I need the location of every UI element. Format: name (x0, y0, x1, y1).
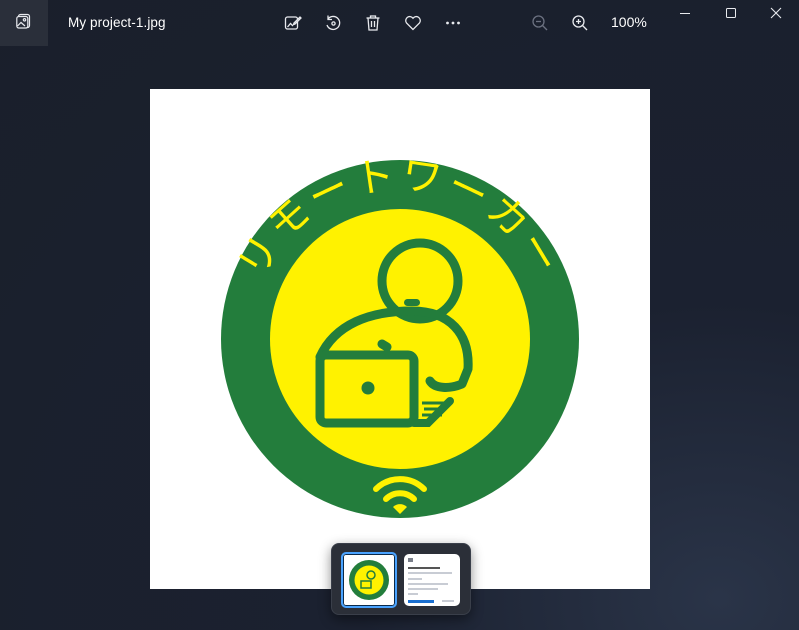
minimize-icon (679, 6, 691, 24)
minimize-button[interactable] (662, 0, 708, 30)
doc-line (442, 600, 454, 602)
zoom-in-icon (571, 14, 589, 32)
remote-worker-logo: リモートワーカー (221, 152, 579, 518)
doc-line (408, 578, 422, 580)
favorite-button[interactable] (401, 11, 425, 35)
edit-image-icon (284, 14, 302, 32)
thumbnail-document[interactable] (404, 554, 460, 606)
maximize-button[interactable] (708, 0, 754, 30)
thumbnail-current[interactable] (341, 552, 397, 608)
rotate-icon (324, 14, 342, 32)
zoom-level-label[interactable]: 100% (611, 14, 647, 30)
favorite-icon (404, 14, 422, 32)
zoom-out-button[interactable] (528, 11, 552, 35)
more-options-button[interactable] (441, 11, 465, 35)
doc-line (408, 572, 452, 574)
maximize-icon (725, 6, 737, 24)
doc-line (408, 558, 413, 562)
zoom-out-icon (531, 14, 549, 32)
filmstrip (331, 543, 471, 615)
app-menu-button[interactable] (0, 0, 48, 46)
doc-line (408, 593, 418, 595)
edit-image-button[interactable] (281, 11, 305, 35)
close-icon (770, 6, 782, 24)
logo-thumbnail-image (349, 560, 389, 600)
gallery-icon (16, 13, 32, 34)
doc-line (408, 600, 434, 603)
title-bar: My project-1.jpg 100% (0, 0, 799, 46)
zoom-in-button[interactable] (568, 11, 592, 35)
doc-line (408, 567, 440, 569)
more-icon (444, 14, 462, 32)
doc-line (408, 583, 448, 585)
file-name-title: My project-1.jpg (68, 15, 166, 30)
close-button[interactable] (753, 0, 799, 30)
delete-icon (364, 14, 382, 32)
image-viewer-canvas[interactable]: リモートワーカー (150, 89, 650, 589)
delete-button[interactable] (361, 11, 385, 35)
rotate-button[interactable] (321, 11, 345, 35)
doc-line (408, 588, 438, 590)
